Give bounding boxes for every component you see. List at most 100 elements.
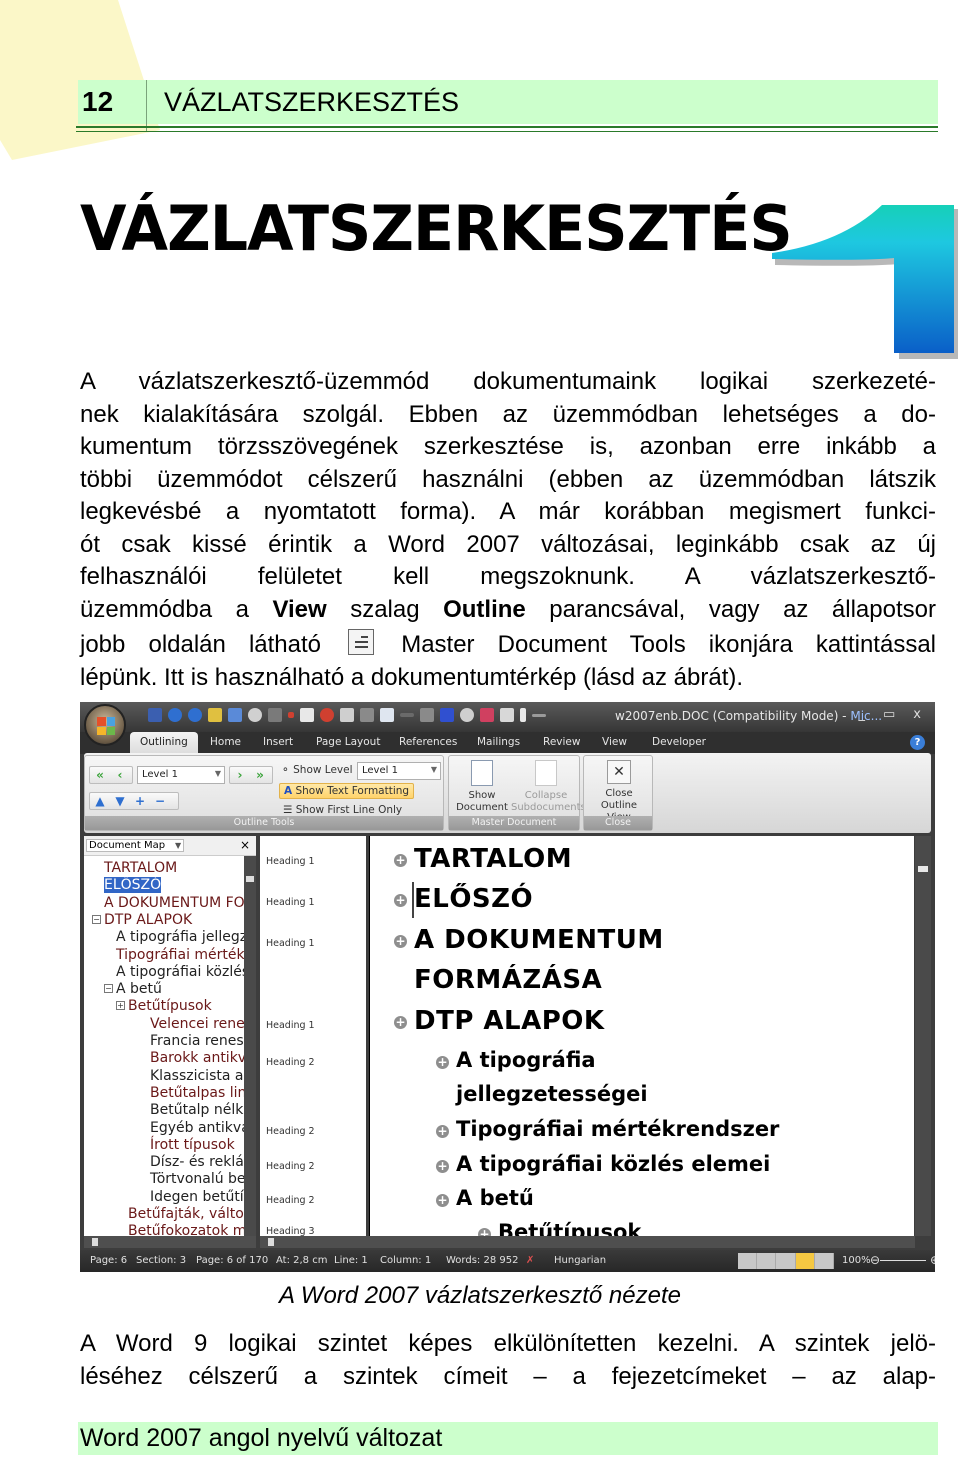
promote-to-heading1-icon[interactable]: « [93, 768, 107, 782]
web-layout-view-button[interactable] [776, 1253, 796, 1269]
move-up-icon[interactable]: ▲ [93, 794, 107, 808]
show-text-formatting-button[interactable]: A Show Text Formatting [279, 783, 415, 799]
document-map-item[interactable]: Betűfokozatok me [128, 1223, 244, 1236]
outline-expand-icon[interactable]: + [394, 935, 407, 948]
undo-icon[interactable] [168, 708, 182, 722]
tab-outlining[interactable]: Outlining [130, 732, 198, 754]
outline-heading[interactable]: TARTALOM [414, 844, 572, 874]
quick-print-icon[interactable] [208, 708, 222, 722]
close-outline-view-button[interactable]: ✕ Close Outline View [588, 760, 650, 824]
pencil-icon[interactable] [360, 708, 374, 722]
close-icon[interactable]: × [240, 838, 250, 852]
picture-icon[interactable] [500, 708, 514, 722]
zoom-in-icon[interactable]: ⊕ [930, 1253, 935, 1267]
document-map-item[interactable]: Dísz- és reklámb [150, 1154, 244, 1171]
tab-review[interactable]: Review [543, 736, 580, 748]
status-page-of[interactable]: Page: 6 of 170 [196, 1255, 268, 1266]
outline-heading[interactable]: A tipográfiai közlés elemei [456, 1152, 770, 1176]
scroll-thumb[interactable] [92, 1238, 98, 1246]
document-map-item[interactable]: Betűtalpas lineár [150, 1085, 244, 1102]
columns-icon[interactable] [228, 708, 242, 722]
outline-heading[interactable]: A tipográfia [456, 1048, 596, 1072]
status-words[interactable]: Words: 28 952 [446, 1255, 518, 1266]
full-screen-reading-view-button[interactable] [757, 1253, 777, 1269]
outline-view[interactable]: TARTALOM + ELŐSZÓ + A DOKUMENTUM + FORMÁZÁSA DT… [370, 836, 914, 1236]
dot-icon[interactable] [288, 712, 294, 718]
pencil-icon[interactable] [420, 708, 434, 722]
circle-icon[interactable] [248, 708, 262, 722]
edit-icon[interactable] [480, 708, 494, 722]
office-button[interactable] [84, 704, 126, 746]
collapse-subdocuments-button[interactable]: Collapse Subdocuments [511, 760, 586, 814]
outline-expand-icon[interactable]: + [436, 1160, 449, 1173]
redo-icon[interactable] [188, 708, 202, 722]
vertical-scrollbar[interactable] [915, 836, 931, 1236]
outline-expand-icon[interactable]: + [436, 1125, 449, 1138]
document-map-item[interactable]: TARTALOM [104, 860, 177, 877]
status-section[interactable]: Section: 3 [136, 1255, 186, 1266]
outline-heading[interactable]: A DOKUMENTUM [414, 925, 664, 955]
outline-expand-icon[interactable]: + [394, 1016, 407, 1029]
document-map-item[interactable]: A tipográfia jellegze [116, 929, 244, 946]
promote-icon[interactable]: ‹ [113, 768, 127, 782]
outline-heading[interactable]: A betű [456, 1186, 534, 1210]
move-down-icon[interactable]: ▼ [113, 794, 127, 808]
document-map-dropdown[interactable]: Document Map ▼ [86, 839, 185, 852]
outline-heading[interactable]: DTP ALAPOK [414, 1006, 605, 1036]
eraser-icon[interactable] [340, 708, 354, 722]
close-button[interactable]: x [913, 707, 921, 722]
document-map-item[interactable]: Francia reneszán [150, 1033, 244, 1050]
show-first-line-only-button[interactable]: ☰ Show First Line Only [283, 804, 402, 816]
document-map-item[interactable]: Törtvonalú betű [150, 1171, 244, 1188]
scroll-thumb[interactable] [268, 1238, 274, 1246]
status-page[interactable]: Page: 6 [90, 1255, 127, 1266]
outline-heading[interactable]: Tipográfiai mértékrendszer [456, 1117, 779, 1141]
document-map-hscrollbar[interactable] [84, 1236, 256, 1248]
tab-mailings[interactable]: Mailings [477, 736, 520, 748]
horizontal-scrollbar[interactable] [260, 1236, 915, 1248]
document-map-item[interactable]: − A betű [104, 981, 162, 998]
demote-to-body-icon[interactable]: » [253, 768, 267, 782]
status-language[interactable]: Hungarian [554, 1255, 606, 1266]
tab-home[interactable]: Home [210, 736, 241, 748]
collapse-icon[interactable]: − [153, 794, 167, 808]
document-map-item[interactable]: Egyéb antikvák [150, 1120, 244, 1137]
minimize-button[interactable]: _ [859, 707, 866, 722]
zoom-out-icon[interactable]: ⊖ [870, 1253, 880, 1267]
scroll-thumb[interactable] [918, 866, 928, 872]
collapse-icon[interactable]: − [92, 914, 101, 924]
document-map-item[interactable]: + Betűtípusok [116, 998, 212, 1015]
document-map-item[interactable]: Barokk antikva [150, 1050, 244, 1067]
document-map-item[interactable]: Írott típusok [150, 1137, 235, 1154]
outline-heading[interactable]: FORMÁZÁSA [414, 965, 602, 995]
show-document-button[interactable]: Show Document [451, 760, 513, 814]
outline-expand-icon[interactable]: + [436, 1056, 449, 1069]
insert-icon[interactable] [300, 708, 314, 722]
help-icon[interactable]: ? [910, 735, 925, 750]
tab-page-layout[interactable]: Page Layout [316, 736, 380, 748]
skull-icon[interactable] [460, 708, 474, 722]
outline-heading[interactable]: jellegzetességei [456, 1082, 648, 1106]
outline-expand-icon[interactable]: + [394, 854, 407, 867]
collapse-icon[interactable]: − [104, 984, 113, 994]
tab-view[interactable]: View [602, 736, 627, 748]
customize-icon[interactable] [532, 713, 546, 717]
pointer-icon[interactable] [520, 708, 526, 722]
outline-expand-icon[interactable]: + [436, 1194, 449, 1207]
tab-references[interactable]: References [399, 736, 457, 748]
status-at[interactable]: At: 2,8 cm [276, 1255, 327, 1266]
document-map-item[interactable]: A DOKUMENTUM FOR [104, 895, 244, 912]
pen-icon[interactable] [268, 708, 282, 722]
document-map-item[interactable]: Betűfajták, változa [128, 1206, 244, 1223]
document-map-item[interactable]: Tipográfiai mértékre [116, 947, 244, 964]
outline-expand-icon[interactable]: + [394, 894, 407, 907]
outline-expand-icon[interactable]: + [478, 1228, 491, 1236]
document-map-item[interactable]: A tipográfiai közlés [116, 964, 244, 981]
outline-level-combo[interactable]: Level 1 ▼ [137, 766, 225, 784]
document-map-item[interactable]: − DTP ALAPOK [92, 912, 192, 929]
font-color-icon[interactable] [440, 708, 454, 722]
tab-developer[interactable]: Developer [652, 736, 706, 748]
demote-icon[interactable]: › [233, 768, 247, 782]
zoom-level[interactable]: 100% [842, 1255, 871, 1266]
lines-icon[interactable] [400, 713, 414, 717]
